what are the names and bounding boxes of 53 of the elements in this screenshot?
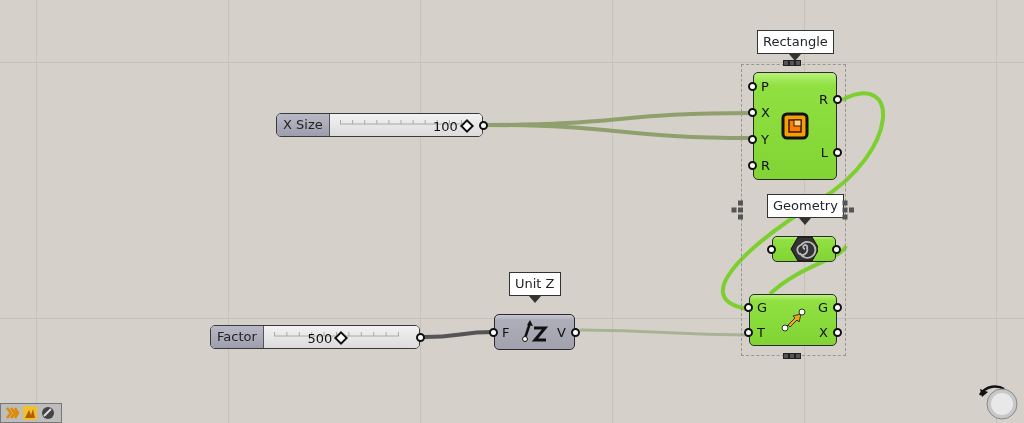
output-port[interactable] [833, 148, 842, 157]
port-label: R [818, 92, 828, 107]
component-node[interactable] [772, 236, 836, 262]
grip-icon [731, 200, 745, 222]
port-label: T [757, 325, 765, 340]
port-label: V [557, 324, 566, 340]
tooltip: Unit Z [509, 272, 561, 303]
input-port[interactable] [744, 303, 753, 312]
output-port[interactable] [832, 244, 841, 254]
input-port[interactable] [748, 161, 757, 171]
chart-icon [23, 406, 37, 420]
component-node[interactable]: P X Y R R L [753, 72, 837, 180]
port-label: X [819, 325, 828, 340]
input-port[interactable] [767, 244, 776, 254]
slider-label: X Size [277, 114, 330, 136]
input-port[interactable] [748, 81, 757, 91]
slider-label: Factor [211, 326, 264, 348]
port-label: F [502, 324, 510, 340]
disc-icon [41, 406, 55, 420]
input-port[interactable] [744, 328, 753, 337]
port-label: G [757, 300, 768, 315]
input-port[interactable] [748, 108, 757, 118]
tooltip: Rectangle [757, 30, 834, 61]
port-label: X [761, 105, 770, 121]
output-port[interactable] [833, 328, 842, 337]
grip-icon [783, 60, 802, 67]
chevron-icon [5, 406, 19, 420]
navigation-widget-icon [978, 383, 1020, 421]
slider-value: 100 [432, 118, 458, 136]
output-port[interactable] [571, 327, 580, 337]
component-node[interactable]: G T G X [749, 294, 837, 346]
number-slider[interactable]: Factor 500 [210, 325, 420, 349]
port-label: P [761, 78, 769, 94]
grip-icon [783, 353, 802, 360]
output-port[interactable] [833, 95, 842, 104]
port-label: Y [761, 131, 769, 147]
slider-knob[interactable] [334, 330, 349, 346]
number-slider[interactable]: X Size 100 [276, 113, 483, 137]
port-label: L [820, 145, 828, 160]
input-port[interactable] [748, 134, 757, 144]
grip-icon [842, 200, 856, 222]
port-label: G [817, 300, 828, 315]
output-port[interactable] [833, 303, 842, 312]
tooltip: Geometry [767, 194, 844, 225]
rectangle-icon [781, 112, 809, 140]
slider-knob[interactable] [459, 118, 474, 134]
port-label: R [761, 158, 771, 174]
slider-value: 500 [307, 330, 333, 348]
output-port[interactable] [416, 332, 425, 342]
output-port[interactable] [479, 120, 488, 130]
arrow-icon [779, 306, 807, 334]
component-node[interactable]: F V [494, 314, 575, 350]
input-port[interactable] [489, 327, 498, 337]
